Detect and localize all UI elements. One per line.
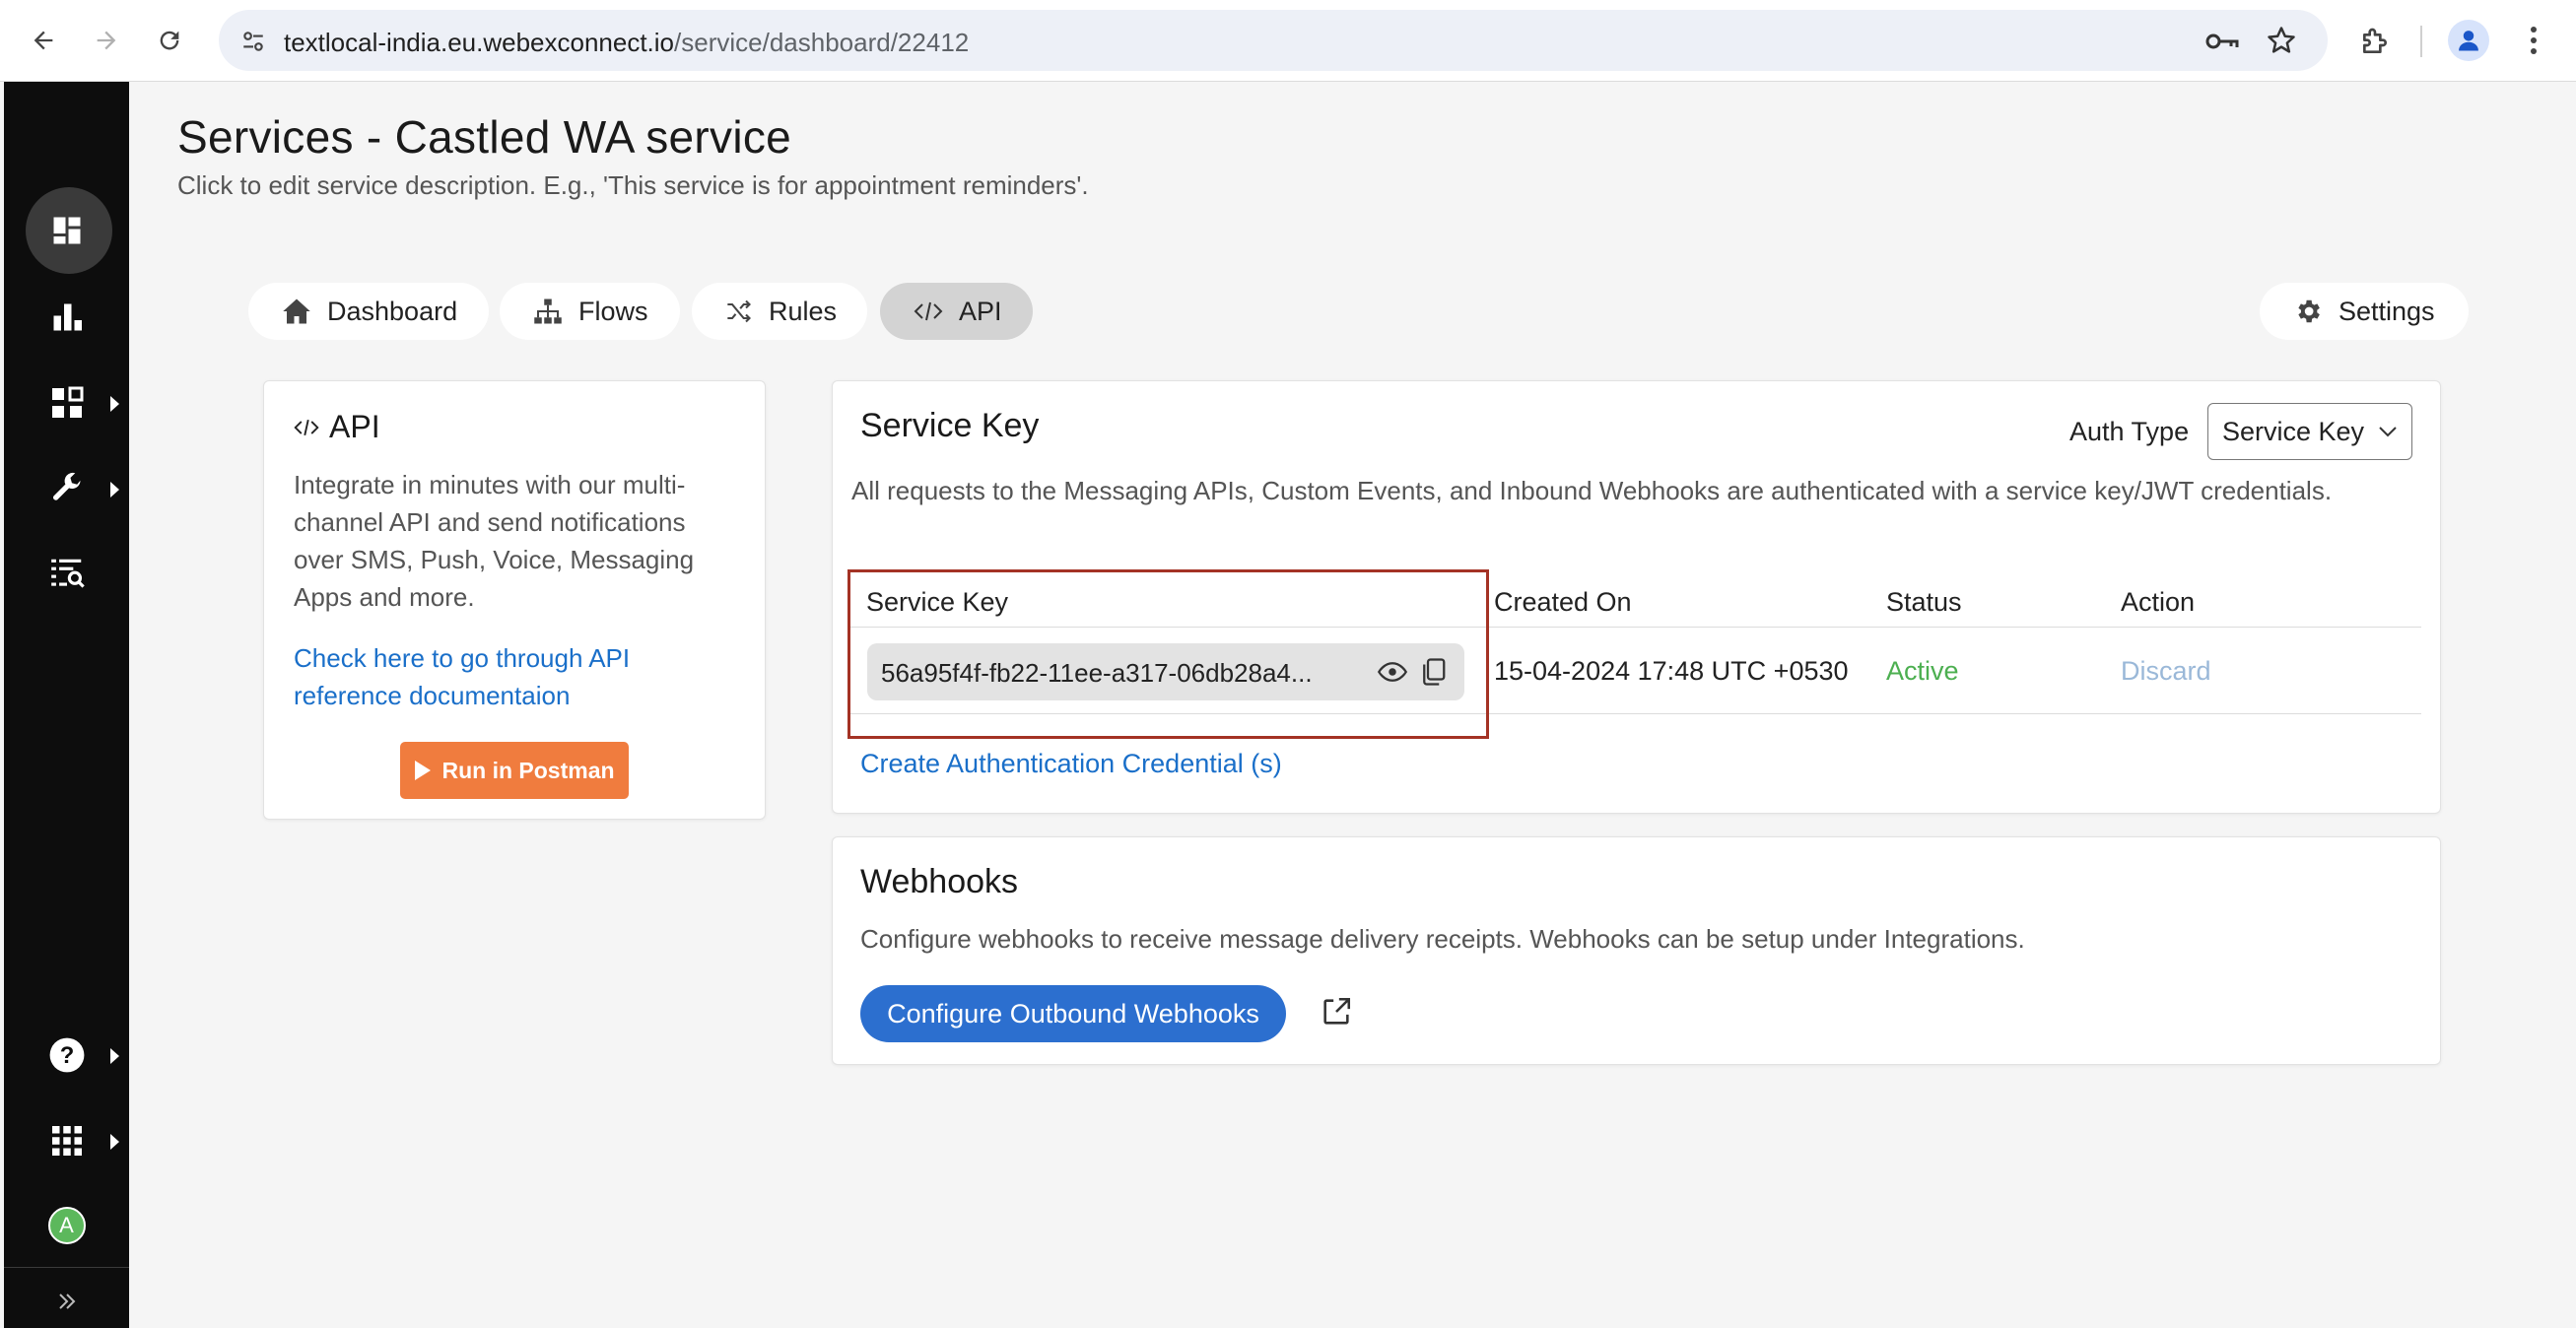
logs-search-icon[interactable] <box>4 534 129 613</box>
auth-type-select[interactable]: Service Key <box>2207 403 2412 460</box>
column-header-status: Status <box>1886 587 1962 617</box>
service-key-description: All requests to the Messaging APIs, Cust… <box>851 476 2333 505</box>
api-docs-link[interactable]: Check here to go through API reference d… <box>294 639 737 714</box>
tab-label: Rules <box>769 296 838 326</box>
api-card-title-text: API <box>329 409 380 444</box>
discard-link[interactable]: Discard <box>2121 656 2211 687</box>
api-info-card: API Integrate in minutes with our multi-… <box>263 380 766 820</box>
back-icon[interactable] <box>20 17 67 64</box>
tools-wrench-icon[interactable] <box>4 449 129 528</box>
sidebar-divider <box>4 1267 129 1268</box>
highlight-box <box>847 569 1489 739</box>
site-settings-icon[interactable] <box>238 27 268 56</box>
password-key-icon[interactable] <box>2205 25 2239 58</box>
forward-icon[interactable] <box>83 17 130 64</box>
address-bar[interactable]: textlocal-india.eu.webexconnect.io/servi… <box>219 10 2328 71</box>
configure-outbound-webhooks-button[interactable]: Configure Outbound Webhooks <box>860 985 1286 1042</box>
app-launcher-grid-icon[interactable] <box>4 1101 129 1180</box>
tab-flows[interactable]: Flows <box>500 283 680 340</box>
tab-label: Flows <box>578 296 648 326</box>
tab-api[interactable]: API <box>880 283 1033 340</box>
postman-button-label: Run in Postman <box>441 757 615 783</box>
code-icon <box>294 419 319 435</box>
apps-nav-icon[interactable] <box>4 364 129 442</box>
column-header-created-on: Created On <box>1494 587 1632 617</box>
services-dashboard-icon[interactable] <box>4 191 129 270</box>
expand-sidebar-icon[interactable] <box>4 1277 129 1326</box>
browser-toolbar: textlocal-india.eu.webexconnect.io/servi… <box>0 0 2576 82</box>
expand-caret-icon <box>110 482 119 498</box>
column-header-action: Action <box>2121 587 2196 617</box>
url-text: textlocal-india.eu.webexconnect.io/servi… <box>284 28 970 57</box>
webhooks-title: Webhooks <box>860 863 1019 900</box>
tab-rules[interactable]: Rules <box>692 283 867 340</box>
profile-icon[interactable] <box>2448 20 2489 61</box>
extensions-icon[interactable] <box>2357 24 2393 59</box>
webhooks-description: Configure webhooks to receive message de… <box>860 924 2025 954</box>
bookmark-star-icon[interactable] <box>2265 24 2298 57</box>
run-in-postman-button[interactable]: Run in Postman <box>400 742 629 799</box>
avatar-letter: A <box>47 1207 86 1244</box>
tab-label: API <box>959 296 1002 326</box>
gear-icon <box>2298 299 2320 323</box>
toolbar-divider <box>2420 26 2422 57</box>
app-sidebar: ? A <box>4 82 129 1328</box>
reload-icon[interactable] <box>146 17 193 64</box>
home-icon <box>283 299 310 324</box>
service-description[interactable]: Click to edit service description. E.g.,… <box>177 170 1089 201</box>
svg-text:?: ? <box>59 1042 74 1069</box>
tab-dashboard[interactable]: Dashboard <box>248 283 489 340</box>
user-avatar[interactable]: A <box>4 1186 129 1265</box>
shuffle-icon <box>727 299 751 323</box>
flows-icon <box>534 299 562 324</box>
expand-caret-icon <box>110 1048 119 1064</box>
tab-label: Dashboard <box>327 296 458 326</box>
external-link-icon[interactable] <box>1320 995 1353 1033</box>
analytics-icon[interactable] <box>4 278 129 357</box>
settings-button[interactable]: Settings <box>2260 283 2469 340</box>
play-icon <box>415 761 432 780</box>
expand-caret-icon <box>110 1134 119 1150</box>
api-card-title: API <box>294 409 380 445</box>
created-on-value: 15-04-2024 17:48 UTC +0530 <box>1494 656 1849 686</box>
create-auth-credential-link[interactable]: Create Authentication Credential (s) <box>860 749 1282 779</box>
browser-menu-icon[interactable] <box>2519 22 2548 59</box>
webhooks-card: Webhooks Configure webhooks to receive m… <box>832 836 2441 1065</box>
chevron-down-icon <box>2379 427 2397 437</box>
api-description: Integrate in minutes with our multi-chan… <box>294 470 695 612</box>
auth-type-value: Service Key <box>2222 416 2365 446</box>
code-icon <box>914 301 943 321</box>
service-key-title: Service Key <box>860 407 1040 444</box>
settings-label: Settings <box>2339 296 2435 326</box>
expand-caret-icon <box>110 396 119 412</box>
auth-type-label: Auth Type <box>2069 417 2190 446</box>
page-title: Services - Castled WA service <box>177 111 792 163</box>
help-icon[interactable]: ? <box>4 1016 129 1095</box>
status-badge: Active <box>1886 656 1959 686</box>
